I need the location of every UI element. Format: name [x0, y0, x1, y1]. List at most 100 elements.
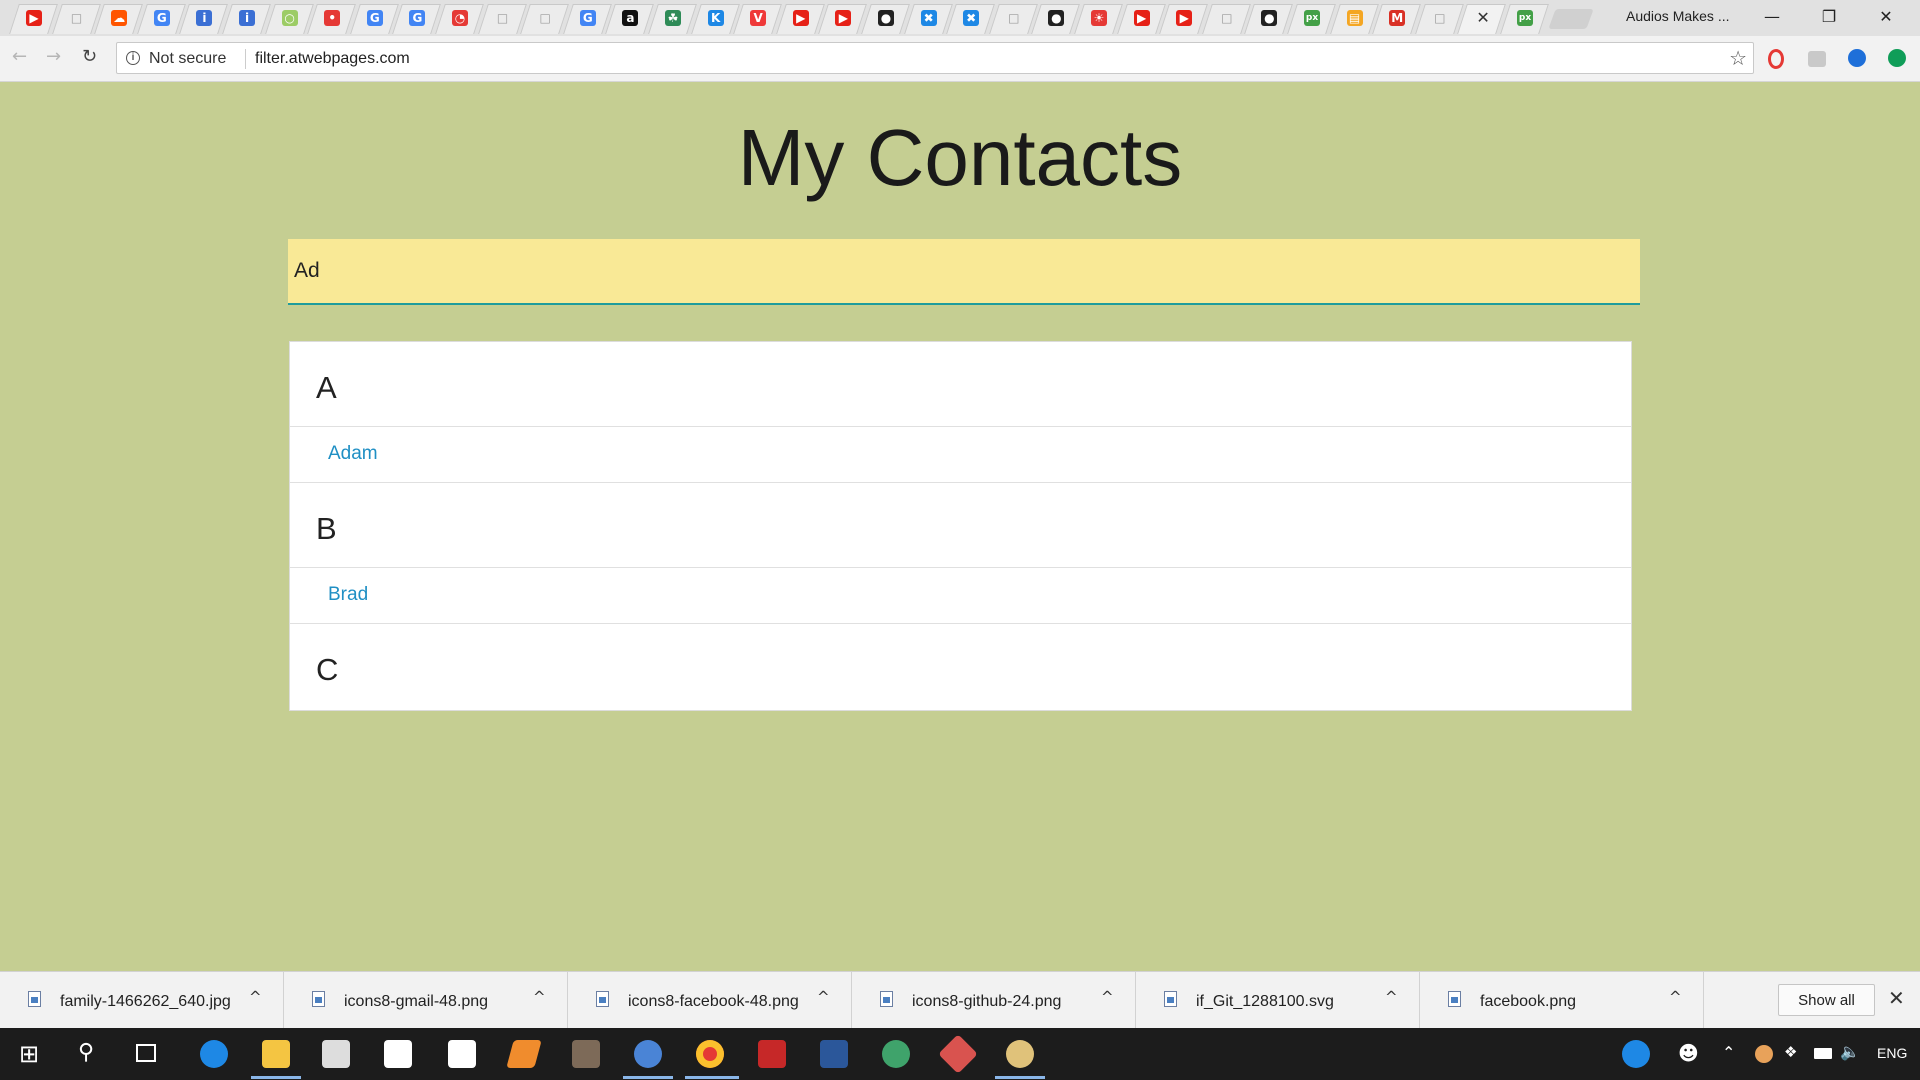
page-icon: □ [70, 11, 83, 25]
address-bar[interactable]: i Not secure filter.atwebpages.com ☆ [116, 42, 1754, 74]
download-filename: icons8-facebook-48.png [628, 993, 799, 1010]
chevron-up-icon[interactable]: ^ [1669, 988, 1682, 1006]
app-icon[interactable] [572, 1040, 600, 1068]
file-icon [596, 991, 609, 1007]
language-indicator[interactable]: ENG [1877, 1045, 1907, 1061]
google-icon: G [153, 10, 170, 26]
show-all-button[interactable]: Show all [1778, 984, 1875, 1016]
minimize-button[interactable]: — [1752, 4, 1792, 30]
github-icon: ● [1261, 10, 1278, 26]
circle-icon: ○ [281, 10, 298, 26]
youtube-icon: ▶ [792, 10, 809, 26]
download-item[interactable]: icons8-github-24.png ^ [852, 972, 1136, 1028]
cart-icon: ▤ [1346, 10, 1363, 26]
chromium-active-indicator [623, 1076, 673, 1079]
download-bar: Show all ✕ family-1466262_640.jpg ^ icons8… [0, 971, 1920, 1028]
download-item[interactable]: family-1466262_640.jpg ^ [0, 972, 284, 1028]
url-text[interactable]: filter.atwebpages.com [255, 50, 410, 68]
download-item[interactable]: facebook.png ^ [1420, 972, 1704, 1028]
github-icon: ● [878, 10, 894, 26]
paint-icon[interactable] [1006, 1040, 1034, 1068]
windows-start-icon[interactable]: ⊞ [19, 1040, 39, 1068]
file-icon [312, 991, 325, 1007]
tab-strip: Audios Makes ... — ❐ ✕ ▶ □ ☁ Gi i ○ • G G ◔ □ □ Ga ☘ K… [0, 0, 1920, 36]
file-explorer-active-indicator [251, 1076, 301, 1079]
tab-close-icon[interactable]: ✕ [1476, 8, 1489, 27]
download-filename: icons8-github-24.png [912, 993, 1062, 1010]
download-item[interactable]: if_Git_1288100.svg ^ [1136, 972, 1420, 1028]
file-explorer-icon[interactable] [262, 1040, 290, 1068]
sublime-icon[interactable] [506, 1040, 542, 1068]
close-window-button[interactable]: ✕ [1866, 4, 1906, 30]
back-button[interactable]: ← [12, 46, 27, 67]
download-filename: facebook.png [1480, 993, 1577, 1010]
google-icon: G [579, 10, 596, 26]
download-item[interactable]: icons8-facebook-48.png ^ [568, 972, 852, 1028]
extension-icon[interactable] [1808, 51, 1826, 67]
dropbox-icon[interactable] [448, 1040, 476, 1068]
pie-icon: ◔ [452, 10, 468, 26]
search-extension-icon[interactable] [1848, 49, 1866, 67]
contact-adam[interactable]: Adam [290, 427, 1631, 483]
git-icon[interactable] [938, 1034, 978, 1074]
gmail-icon: M [1389, 10, 1406, 26]
security-label[interactable]: Not secure [149, 50, 226, 68]
leaf-icon: ☘ [665, 10, 681, 26]
info-icon[interactable]: i [126, 51, 140, 65]
search-icon[interactable]: ⚲ [78, 1040, 94, 1065]
store-icon[interactable] [322, 1040, 350, 1068]
group-header-a: A [290, 342, 1631, 427]
acrobat-icon[interactable] [758, 1040, 786, 1068]
dropbox-tray-icon[interactable]: ❖ [1784, 1043, 1797, 1061]
download-item[interactable]: icons8-gmail-48.png ^ [284, 972, 568, 1028]
amazon-icon[interactable] [384, 1040, 412, 1068]
battery-icon[interactable] [1814, 1048, 1832, 1059]
file-icon [1448, 991, 1461, 1007]
cross-icon: ✖ [963, 10, 980, 26]
task-view-icon[interactable] [136, 1044, 156, 1062]
chevron-up-icon[interactable]: ^ [817, 988, 830, 1006]
file-icon [1164, 991, 1177, 1007]
omnibox-separator [245, 49, 246, 69]
people-icon[interactable]: ☻ [1678, 1041, 1699, 1065]
update-icon[interactable] [1888, 49, 1906, 67]
volume-icon[interactable]: 🔈 [1840, 1042, 1860, 1061]
youtube-icon: ▶ [26, 10, 42, 26]
contacts-list: A Adam B Brad C [289, 341, 1632, 711]
close-download-bar-icon[interactable]: ✕ [1888, 986, 1905, 1010]
help-icon[interactable] [1622, 1040, 1650, 1068]
paint-active-indicator [995, 1076, 1045, 1079]
filter-input[interactable] [288, 239, 1640, 305]
chevron-up-icon[interactable]: ^ [249, 988, 262, 1006]
k-icon: K [707, 10, 724, 26]
profile-name[interactable]: Audios Makes ... [1626, 8, 1730, 24]
page-title: My Contacts [737, 113, 1183, 202]
tray-expand-icon[interactable]: ⌃ [1722, 1043, 1735, 1062]
page-icon: □ [539, 11, 551, 25]
page-icon: □ [496, 11, 509, 25]
chevron-up-icon[interactable]: ^ [1385, 988, 1398, 1006]
youtube-icon: ▶ [1176, 10, 1193, 26]
reload-button[interactable]: ↻ [82, 46, 97, 67]
forward-button[interactable]: → [46, 46, 61, 67]
youtube-icon: ▶ [835, 10, 852, 26]
contact-brad[interactable]: Brad [290, 568, 1631, 624]
chromium-icon[interactable] [634, 1040, 662, 1068]
chevron-up-icon[interactable]: ^ [1101, 988, 1114, 1006]
edge-icon[interactable] [200, 1040, 228, 1068]
restore-button[interactable]: ❐ [1809, 4, 1849, 30]
chrome-icon[interactable] [696, 1040, 724, 1068]
code-icon: • [324, 10, 341, 26]
tray-app-icon[interactable] [1755, 1045, 1773, 1063]
new-tab-button[interactable] [1548, 9, 1594, 29]
flame-icon: ☀ [1091, 10, 1107, 26]
opera-icon[interactable] [1768, 49, 1784, 69]
google-icon: G [366, 10, 383, 26]
bookmark-star-icon[interactable]: ☆ [1729, 46, 1747, 70]
atom-icon[interactable] [882, 1040, 910, 1068]
file-icon [28, 991, 41, 1007]
chevron-up-icon[interactable]: ^ [533, 988, 546, 1006]
amazon-icon: a [622, 10, 639, 26]
word-icon[interactable] [820, 1040, 848, 1068]
group-header-c: C [316, 652, 339, 687]
